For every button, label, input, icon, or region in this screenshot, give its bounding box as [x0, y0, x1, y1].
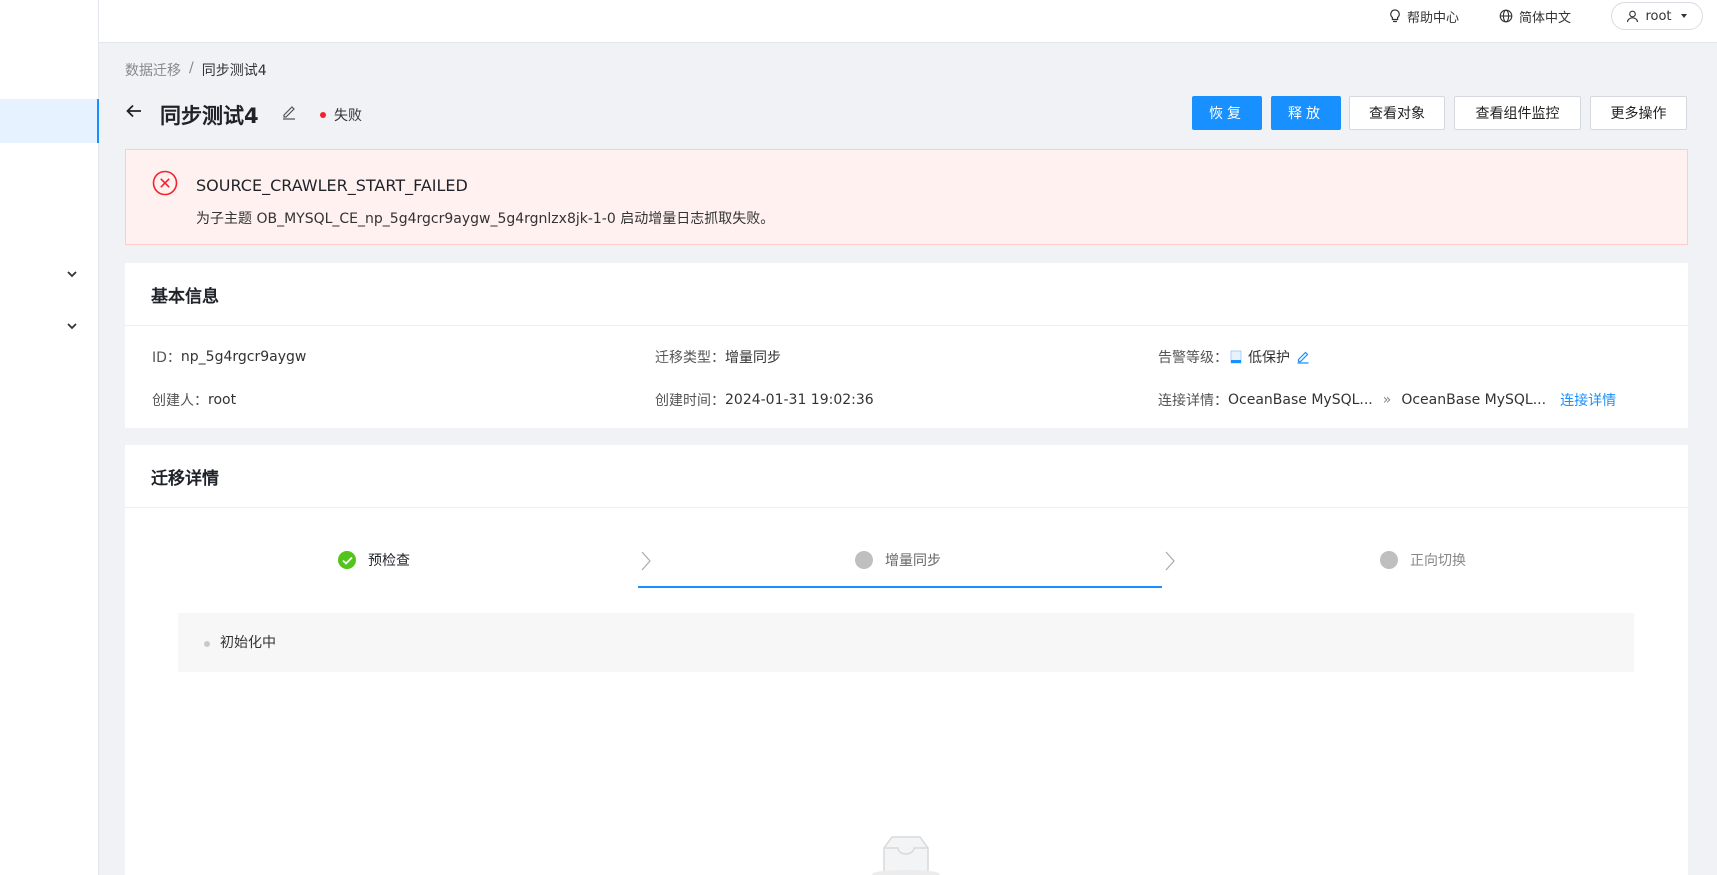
check-circle-icon	[338, 551, 356, 569]
help-center-label: 帮助中心	[1407, 10, 1460, 26]
status-badge: 失败	[320, 105, 362, 125]
edit-alarm-icon[interactable]	[1296, 350, 1310, 364]
basic-info-title: 基本信息	[125, 263, 1688, 326]
created-value: 2024-01-31 19:02:36	[725, 392, 874, 408]
info-alarm: 告警等级： 低保护	[1158, 347, 1310, 367]
view-monitor-button[interactable]: 查看组件监控	[1454, 96, 1581, 130]
more-actions-button[interactable]: 更多操作	[1590, 96, 1687, 130]
step-incremental-sync-label: 增量同步	[885, 553, 941, 569]
info-connection: 连接详情： OceanBase MySQL... » OceanBase MyS…	[1158, 390, 1616, 410]
progress-dot	[204, 641, 210, 647]
view-objects-button[interactable]: 查看对象	[1349, 96, 1445, 130]
error-code: SOURCE_CRAWLER_START_FAILED	[196, 176, 468, 195]
breadcrumb-parent[interactable]: 数据迁移	[125, 60, 181, 80]
user-menu[interactable]: root	[1611, 2, 1703, 30]
step-forward-switch-label: 正向切换	[1410, 553, 1466, 569]
conn-target: OceanBase MySQL...	[1401, 392, 1547, 408]
creator-value: root	[208, 392, 237, 408]
page-title: 同步测试4	[160, 104, 259, 128]
help-center-link[interactable]: 帮助中心	[1389, 0, 1459, 32]
close-circle-icon	[152, 170, 178, 196]
step-chevron-icon	[1165, 551, 1175, 571]
conn-arrow: »	[1382, 392, 1392, 408]
caret-down-icon	[1680, 14, 1687, 18]
status-dot	[320, 112, 326, 118]
error-alert: SOURCE_CRAWLER_START_FAILED 为子主题 OB_MYSQ…	[125, 149, 1688, 245]
breadcrumb-separator: /	[189, 60, 194, 76]
connection-details-link[interactable]: 连接详情	[1560, 390, 1616, 410]
alarm-level-icon	[1230, 350, 1242, 364]
conn-label: 连接详情：	[1158, 393, 1228, 409]
type-label: 迁移类型：	[655, 350, 725, 366]
info-creator: 创建人： root	[152, 390, 236, 410]
breadcrumb-current: 同步测试4	[201, 63, 267, 79]
chevron-down-icon[interactable]	[66, 320, 78, 332]
back-arrow-icon[interactable]	[126, 104, 142, 118]
alarm-value: 低保护	[1248, 350, 1290, 366]
type-value: 增量同步	[725, 350, 781, 366]
top-bar: 帮助中心 简体中文 root	[99, 0, 1717, 43]
info-created: 创建时间： 2024-01-31 19:02:36	[655, 390, 874, 410]
language-switch[interactable]: 简体中文	[1499, 0, 1571, 32]
breadcrumb: 数据迁移 / 同步测试4	[125, 60, 267, 80]
step-precheck-label: 预检查	[368, 553, 410, 569]
release-button[interactable]: 释放	[1271, 96, 1341, 130]
empty-box-icon	[872, 836, 940, 875]
id-label: ID：	[152, 350, 181, 366]
lightbulb-icon	[1390, 9, 1400, 23]
alarm-label: 告警等级：	[1158, 350, 1228, 366]
id-value: np_5g4rgcr9aygw	[180, 349, 307, 365]
step-chevron-icon	[641, 551, 651, 571]
edit-icon[interactable]	[281, 104, 297, 120]
migration-details-title: 迁移详情	[125, 445, 1688, 508]
status-text: 失败	[334, 108, 362, 124]
created-label: 创建时间：	[655, 393, 725, 409]
step-dot-icon	[855, 551, 873, 569]
step-incremental-sync[interactable]: 增量同步	[855, 550, 941, 570]
error-message: 为子主题 OB_MYSQL_CE_np_5g4rgcr9aygw_5g4rgnl…	[196, 211, 775, 227]
user-icon	[1627, 10, 1639, 22]
step-forward-switch[interactable]: 正向切换	[1380, 550, 1466, 570]
creator-label: 创建人：	[152, 393, 208, 409]
info-type: 迁移类型： 增量同步	[655, 347, 781, 367]
language-label: 简体中文	[1519, 10, 1572, 26]
step-precheck[interactable]: 预检查	[338, 550, 410, 570]
conn-source: OceanBase MySQL...	[1228, 392, 1373, 408]
active-step-underline	[638, 586, 1162, 588]
restore-button[interactable]: 恢复	[1192, 96, 1262, 130]
progress-box: 初始化中	[178, 613, 1634, 672]
sidebar	[0, 0, 99, 875]
progress-text: 初始化中	[220, 635, 276, 651]
step-dot-icon	[1380, 551, 1398, 569]
chevron-down-icon[interactable]	[66, 268, 78, 280]
sidebar-active-item[interactable]	[0, 99, 99, 143]
globe-icon	[1499, 9, 1513, 23]
info-id: ID： np_5g4rgcr9aygw	[152, 347, 306, 367]
user-name: root	[1645, 8, 1672, 24]
